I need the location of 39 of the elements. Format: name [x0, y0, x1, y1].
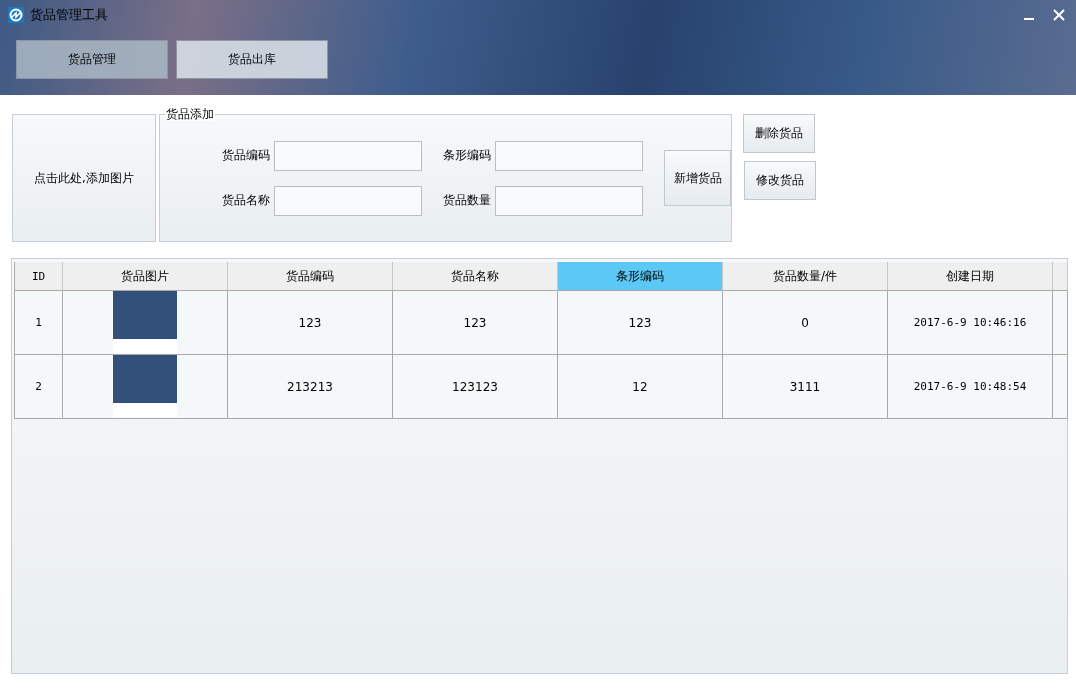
- table-cell: 3111: [723, 355, 888, 419]
- column-header[interactable]: 货品编码: [228, 262, 393, 291]
- column-header[interactable]: ID: [14, 262, 63, 291]
- field-label: 货品编码: [222, 147, 270, 164]
- column-header[interactable]: 创建日期: [888, 262, 1053, 291]
- column-header[interactable]: 条形编码: [558, 262, 723, 291]
- tab[interactable]: 货品管理: [16, 40, 168, 79]
- field-label: 货品名称: [222, 192, 270, 209]
- table-cell: 123: [393, 291, 558, 355]
- row-filler: [1053, 291, 1068, 355]
- table-cell: 123123: [393, 355, 558, 419]
- add-image-button[interactable]: 点击此处,添加图片: [12, 114, 156, 242]
- table-cell: 2: [14, 355, 63, 419]
- column-header[interactable]: 货品图片: [63, 262, 228, 291]
- delete-goods-button[interactable]: 删除货品: [743, 114, 815, 153]
- column-header[interactable]: 货品数量/件: [723, 262, 888, 291]
- row-filler: [1053, 355, 1068, 419]
- close-icon[interactable]: [1052, 8, 1066, 22]
- table-cell: 1: [14, 291, 63, 355]
- table-cell: 213213: [228, 355, 393, 419]
- column-header[interactable]: 货品名称: [393, 262, 558, 291]
- input-field[interactable]: [274, 185, 422, 216]
- field-label: 货品数量: [443, 192, 491, 209]
- group-title: 货品添加: [165, 107, 215, 121]
- app-logo-icon: [8, 7, 24, 23]
- tab[interactable]: 货品出库: [176, 40, 328, 79]
- table-cell: 123: [558, 291, 723, 355]
- table-cell: 0: [723, 291, 888, 355]
- table-cell: 12: [558, 355, 723, 419]
- add-goods-button[interactable]: 新增货品: [664, 150, 731, 206]
- window-title: 货品管理工具: [30, 6, 108, 24]
- table-cell: 2017-6-9 10:46:16: [888, 291, 1053, 355]
- field-label: 条形编码: [443, 147, 491, 164]
- input-field[interactable]: [495, 140, 643, 171]
- table-cell: 123: [228, 291, 393, 355]
- table-cell: 2017-6-9 10:48:54: [888, 355, 1053, 419]
- input-field[interactable]: [274, 140, 422, 171]
- edit-goods-button[interactable]: 修改货品: [744, 161, 816, 200]
- input-field[interactable]: [495, 185, 643, 216]
